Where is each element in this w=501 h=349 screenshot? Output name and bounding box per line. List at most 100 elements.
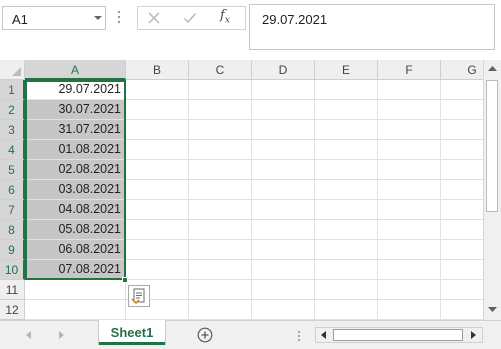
name-box[interactable]: A1 (2, 6, 106, 30)
cancel-x-icon[interactable] (147, 11, 161, 25)
cell-e2[interactable] (315, 100, 378, 120)
row-header-6[interactable]: 6 (0, 180, 25, 200)
cell-f2[interactable] (378, 100, 441, 120)
cell-a5[interactable]: 02.08.2021 (25, 160, 126, 180)
cell-f11[interactable] (378, 280, 441, 300)
cell-d3[interactable] (252, 120, 315, 140)
column-header-a[interactable]: A (25, 60, 126, 80)
cell-f9[interactable] (378, 240, 441, 260)
cell-e11[interactable] (315, 280, 378, 300)
insert-function-icon[interactable]: fx (220, 8, 230, 26)
scroll-down-arrow-icon[interactable] (484, 301, 501, 318)
cell-g11[interactable] (441, 280, 483, 300)
spreadsheet-grid[interactable]: A B C D E F G 1 29.07.2021 2 30.07.2021 3 31.07.2021… (0, 60, 483, 320)
cell-g9[interactable] (441, 240, 483, 260)
cell-b9[interactable] (126, 240, 189, 260)
cell-b10[interactable] (126, 260, 189, 280)
cell-c12[interactable] (189, 300, 252, 320)
horizontal-scroll-thumb[interactable] (333, 329, 463, 341)
column-header-f[interactable]: F (378, 60, 441, 80)
cell-c11[interactable] (189, 280, 252, 300)
cell-c8[interactable] (189, 220, 252, 240)
cell-b3[interactable] (126, 120, 189, 140)
cell-g5[interactable] (441, 160, 483, 180)
cell-e7[interactable] (315, 200, 378, 220)
cell-e1[interactable] (315, 80, 378, 100)
scroll-left-arrow-icon[interactable] (316, 328, 331, 342)
formula-input[interactable]: 29.07.2021 (249, 4, 495, 50)
cell-b4[interactable] (126, 140, 189, 160)
sheet-tab-label[interactable]: Sheet1 (99, 325, 165, 340)
cell-e5[interactable] (315, 160, 378, 180)
enter-check-icon[interactable] (183, 11, 197, 25)
column-header-g[interactable]: G (441, 60, 483, 80)
column-header-c[interactable]: C (189, 60, 252, 80)
cell-e12[interactable] (315, 300, 378, 320)
cell-a11[interactable] (25, 280, 126, 300)
cell-a1[interactable]: 29.07.2021 (25, 80, 126, 100)
plus-circle-icon[interactable] (197, 327, 213, 343)
cell-d6[interactable] (252, 180, 315, 200)
row-header-7[interactable]: 7 (0, 200, 25, 220)
cell-d9[interactable] (252, 240, 315, 260)
scroll-right-arrow-icon[interactable] (466, 328, 481, 342)
cell-b6[interactable] (126, 180, 189, 200)
cell-c4[interactable] (189, 140, 252, 160)
cell-f5[interactable] (378, 160, 441, 180)
cell-d4[interactable] (252, 140, 315, 160)
next-sheet-arrow-icon[interactable] (56, 330, 66, 340)
cell-c1[interactable] (189, 80, 252, 100)
select-all-corner[interactable] (0, 60, 25, 80)
vertical-scroll-thumb[interactable] (486, 80, 498, 212)
column-header-d[interactable]: D (252, 60, 315, 80)
cell-f8[interactable] (378, 220, 441, 240)
cell-f1[interactable] (378, 80, 441, 100)
cell-b7[interactable] (126, 200, 189, 220)
cell-e4[interactable] (315, 140, 378, 160)
row-header-2[interactable]: 2 (0, 100, 25, 120)
cell-d10[interactable] (252, 260, 315, 280)
cell-g10[interactable] (441, 260, 483, 280)
cell-c9[interactable] (189, 240, 252, 260)
cell-f3[interactable] (378, 120, 441, 140)
row-header-9[interactable]: 9 (0, 240, 25, 260)
cell-f12[interactable] (378, 300, 441, 320)
cell-g3[interactable] (441, 120, 483, 140)
cell-c6[interactable] (189, 180, 252, 200)
cell-e3[interactable] (315, 120, 378, 140)
cell-a6[interactable]: 03.08.2021 (25, 180, 126, 200)
name-box-value[interactable]: A1 (12, 12, 28, 27)
cell-g1[interactable] (441, 80, 483, 100)
cell-d8[interactable] (252, 220, 315, 240)
cell-a9[interactable]: 06.08.2021 (25, 240, 126, 260)
cell-f7[interactable] (378, 200, 441, 220)
cell-d7[interactable] (252, 200, 315, 220)
row-header-8[interactable]: 8 (0, 220, 25, 240)
cell-d2[interactable] (252, 100, 315, 120)
cell-a3[interactable]: 31.07.2021 (25, 120, 126, 140)
row-header-4[interactable]: 4 (0, 140, 25, 160)
cell-e9[interactable] (315, 240, 378, 260)
row-header-1[interactable]: 1 (0, 80, 25, 100)
cell-a7[interactable]: 04.08.2021 (25, 200, 126, 220)
cell-c7[interactable] (189, 200, 252, 220)
cell-g6[interactable] (441, 180, 483, 200)
cell-d5[interactable] (252, 160, 315, 180)
cell-g8[interactable] (441, 220, 483, 240)
previous-sheet-arrow-icon[interactable] (24, 330, 34, 340)
cell-a10[interactable]: 07.08.2021 (25, 260, 126, 280)
vertical-scrollbar[interactable] (483, 60, 501, 320)
cell-b5[interactable] (126, 160, 189, 180)
cell-a12[interactable] (25, 300, 126, 320)
row-header-12[interactable]: 12 (0, 300, 25, 320)
row-header-5[interactable]: 5 (0, 160, 25, 180)
cell-c2[interactable] (189, 100, 252, 120)
horizontal-scrollbar[interactable] (315, 327, 483, 343)
cell-c10[interactable] (189, 260, 252, 280)
column-header-e[interactable]: E (315, 60, 378, 80)
cell-b8[interactable] (126, 220, 189, 240)
fill-handle[interactable] (122, 277, 128, 283)
cell-d12[interactable] (252, 300, 315, 320)
row-header-11[interactable]: 11 (0, 280, 25, 300)
cell-e8[interactable] (315, 220, 378, 240)
